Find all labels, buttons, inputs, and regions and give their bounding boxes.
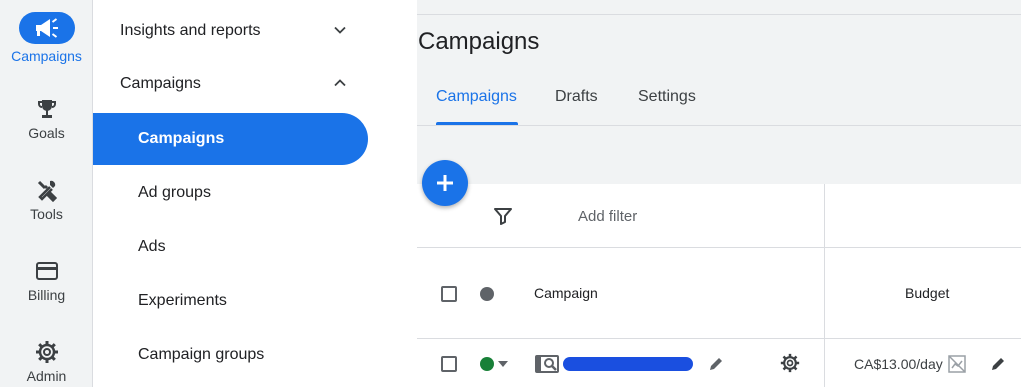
nav-item-campaigns[interactable]: Campaigns: [93, 113, 368, 165]
nav-item-label: Experiments: [138, 292, 227, 309]
rail-item-billing[interactable]: Billing: [0, 259, 93, 303]
column-header-budget[interactable]: Budget: [905, 285, 949, 301]
status-column-header[interactable]: [480, 287, 494, 301]
chevron-down-icon: [334, 26, 346, 34]
nav-section-label: Insights and reports: [120, 22, 261, 39]
divider: [417, 14, 1021, 15]
page-title: Campaigns: [418, 28, 540, 55]
side-nav: Insights and reports Campaigns Campaigns…: [93, 0, 417, 387]
rail-label: Billing: [27, 287, 66, 303]
campaign-name-redacted[interactable]: [563, 357, 693, 371]
rail-item-tools[interactable]: Tools: [0, 178, 93, 222]
left-rail: Campaigns Goals Tools Billing Admin: [0, 0, 93, 387]
main-content: Campaigns Campaigns Drafts Settings Add …: [417, 0, 1021, 387]
chevron-up-icon: [334, 79, 346, 87]
rail-item-campaigns[interactable]: Campaigns: [0, 12, 93, 64]
campaigns-table: Add filter Campaign Budget CA$13.00/day: [417, 184, 1021, 387]
megaphone-icon: [35, 18, 58, 38]
table-row: CA$13.00/day: [417, 339, 1021, 387]
tools-icon: [37, 180, 57, 202]
nav-section-campaigns[interactable]: Campaigns: [93, 59, 417, 109]
active-tab-indicator: [436, 122, 518, 125]
nav-section-insights[interactable]: Insights and reports: [93, 6, 417, 56]
rail-label: Tools: [30, 206, 63, 222]
chevron-down-icon[interactable]: [498, 361, 508, 367]
nav-item-ads[interactable]: Ads: [93, 221, 368, 273]
nav-item-label: Campaign groups: [138, 346, 265, 363]
nav-item-campaign-groups[interactable]: Campaign groups: [93, 329, 368, 381]
table-header-row: Campaign Budget: [417, 248, 1021, 339]
rail-label: Campaigns: [11, 48, 82, 64]
nav-item-label: Ad groups: [138, 184, 211, 201]
tab-settings[interactable]: Settings: [638, 88, 696, 106]
search-campaign-type-icon: [535, 355, 559, 373]
edit-icon[interactable]: [707, 355, 725, 373]
gear-icon: [35, 341, 58, 363]
filter-icon[interactable]: [493, 206, 513, 226]
nav-item-experiments[interactable]: Experiments: [93, 275, 368, 327]
nav-item-label: Ads: [138, 238, 166, 255]
rail-active-indicator: [18, 12, 75, 44]
status-dot[interactable]: [480, 357, 494, 371]
nav-item-label: Campaigns: [138, 130, 225, 147]
add-campaign-button[interactable]: [422, 160, 468, 206]
add-filter-button[interactable]: Add filter: [578, 208, 637, 225]
settings-icon[interactable]: [780, 353, 800, 373]
filter-bar: Add filter: [417, 184, 1021, 248]
tab-drafts[interactable]: Drafts: [555, 88, 598, 106]
row-checkbox[interactable]: [441, 356, 457, 372]
tab-bar: Campaigns Drafts Settings: [417, 80, 1021, 126]
plus-icon: [437, 175, 453, 191]
budget-value: CA$13.00/day: [854, 356, 943, 372]
column-header-campaign[interactable]: Campaign: [534, 285, 598, 301]
tab-campaigns[interactable]: Campaigns: [436, 88, 517, 106]
rail-label: Admin: [26, 368, 67, 384]
trophy-icon: [37, 100, 56, 118]
edit-budget-icon[interactable]: [989, 355, 1007, 373]
rail-item-admin[interactable]: Admin: [0, 340, 93, 384]
credit-card-icon: [35, 262, 58, 280]
select-all-checkbox[interactable]: [441, 286, 457, 302]
nav-section-label: Campaigns: [120, 75, 201, 92]
rail-item-goals[interactable]: Goals: [0, 97, 93, 141]
rail-label: Goals: [28, 125, 65, 141]
budget-chart-disabled-icon: [948, 355, 966, 373]
nav-item-ad-groups[interactable]: Ad groups: [93, 167, 368, 219]
